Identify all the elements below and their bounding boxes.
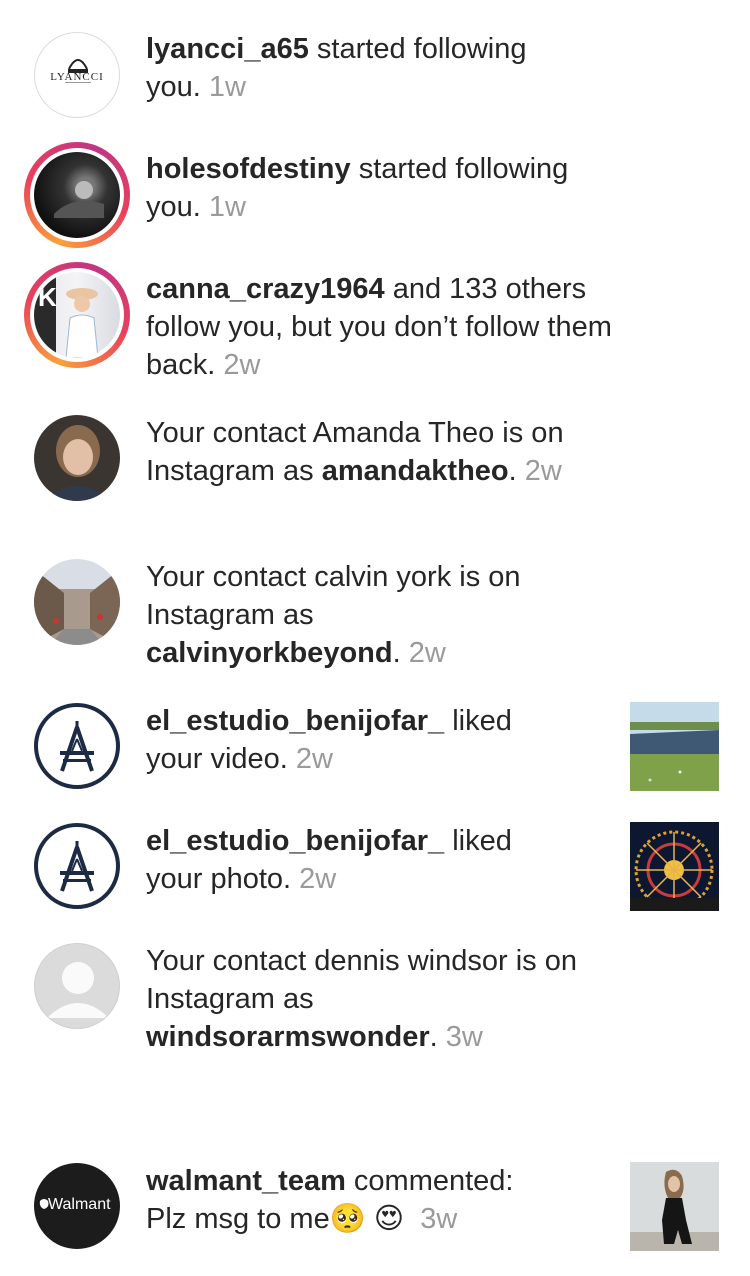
profile-photo-icon: [34, 569, 120, 645]
avatar[interactable]: [34, 415, 120, 501]
lyancci-logo-text: LYANCCI: [50, 71, 104, 83]
post-thumbnail[interactable]: [630, 822, 719, 911]
notification-text: Your contact Amanda Theo is on Instagram…: [146, 417, 564, 487]
username-link[interactable]: lyancci_a65: [146, 33, 309, 65]
notification-text: walmant_team commented: Plz msg to me🥺 😍…: [146, 1165, 514, 1235]
username-link[interactable]: calvinyorkbeyond: [146, 637, 393, 669]
notification-text: holesofdestiny started following you. 1w: [146, 153, 569, 223]
timestamp: 2w: [299, 863, 337, 895]
username-link[interactable]: amandaktheo: [322, 455, 509, 487]
avatar-story-ring[interactable]: K: [24, 262, 130, 368]
timestamp: 1w: [208, 71, 246, 103]
notification-text: canna_crazy1964 and 133 others follow yo…: [146, 273, 612, 381]
avatar-story-ring[interactable]: [24, 142, 130, 248]
ferris-wheel-thumbnail-icon: [630, 822, 719, 911]
easel-logo-icon: [60, 721, 94, 772]
post-thumbnail[interactable]: [630, 1162, 719, 1251]
post-thumbnail[interactable]: [630, 702, 719, 791]
timestamp: 2w: [223, 349, 261, 381]
timestamp: 3w: [420, 1203, 458, 1235]
notification-text: Your contact dennis windsor is on Instag…: [146, 945, 577, 1053]
notification-text: Your contact calvin york is on Instagram…: [146, 561, 521, 669]
solar-field-thumbnail-icon: [630, 702, 719, 791]
notification-text: el_estudio_benijofar_ liked your photo. …: [146, 825, 512, 895]
avatar[interactable]: Walmant: [34, 1163, 120, 1249]
profile-photo-icon: K: [34, 272, 99, 358]
timestamp: 2w: [295, 743, 333, 775]
timestamp: 3w: [445, 1021, 483, 1053]
avatar[interactable]: [34, 823, 120, 909]
heart-eyes-emoji: 😍: [373, 1203, 405, 1235]
walmant-logo-text: Walmant: [48, 1196, 111, 1213]
easel-logo-icon: [60, 841, 94, 892]
avatar[interactable]: [34, 703, 120, 789]
username-link[interactable]: canna_crazy1964: [146, 273, 385, 305]
timestamp: 2w: [408, 637, 446, 669]
username-link[interactable]: holesofdestiny: [146, 153, 351, 185]
profile-photo-icon: [54, 181, 104, 218]
avatar[interactable]: [34, 559, 120, 645]
person-photo-thumbnail-icon: [630, 1162, 719, 1251]
username-link[interactable]: walmant_team: [146, 1165, 346, 1197]
avatar[interactable]: LYANCCI: [34, 32, 120, 118]
pleading-emoji: 🥺: [329, 1203, 366, 1235]
default-avatar-icon: [47, 962, 109, 1018]
timestamp: 2w: [524, 455, 562, 487]
username-link[interactable]: windsorarmswonder: [146, 1021, 430, 1053]
username-link[interactable]: el_estudio_benijofar_: [146, 825, 444, 857]
notification-text: lyancci_a65 started following you. 1w: [146, 33, 527, 103]
avatar[interactable]: [34, 943, 120, 1029]
username-link[interactable]: el_estudio_benijofar_: [146, 705, 444, 737]
profile-photo-icon: [44, 425, 110, 501]
notification-text: el_estudio_benijofar_ liked your video. …: [146, 705, 512, 775]
svg-text:K: K: [38, 282, 57, 312]
timestamp: 1w: [208, 191, 246, 223]
